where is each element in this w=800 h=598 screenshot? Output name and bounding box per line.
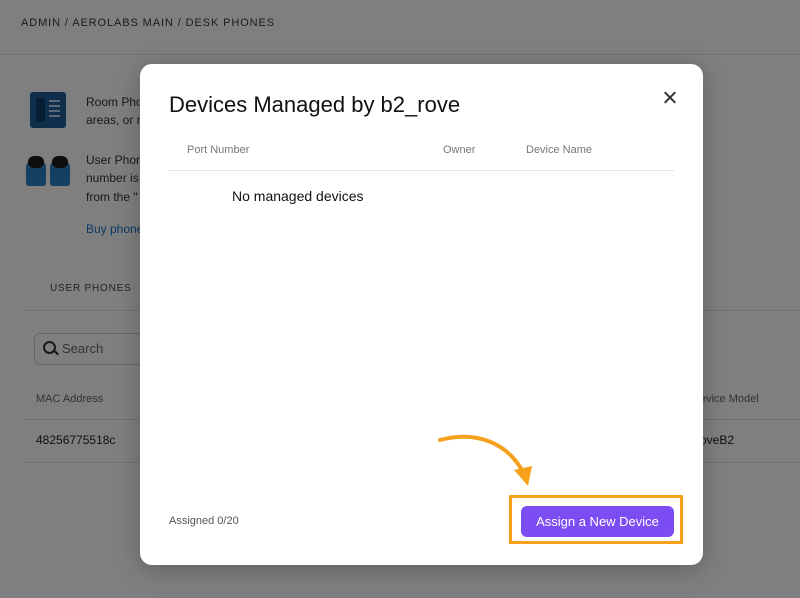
modal-title: Devices Managed by b2_rove — [169, 92, 461, 117]
table-header-divider — [169, 170, 674, 171]
column-device-name: Device Name — [526, 144, 593, 156]
column-owner: Owner — [443, 144, 476, 156]
empty-state-message: No managed devices — [232, 188, 364, 204]
column-port-number: Port Number — [187, 144, 250, 156]
assign-new-device-button[interactable]: Assign a New Device — [521, 506, 674, 537]
close-icon[interactable] — [660, 88, 680, 108]
assigned-count: Assigned 0/20 — [169, 515, 239, 527]
arrow-icon — [438, 434, 532, 486]
devices-modal: Devices Managed by b2_rove Port Number O… — [140, 64, 703, 565]
